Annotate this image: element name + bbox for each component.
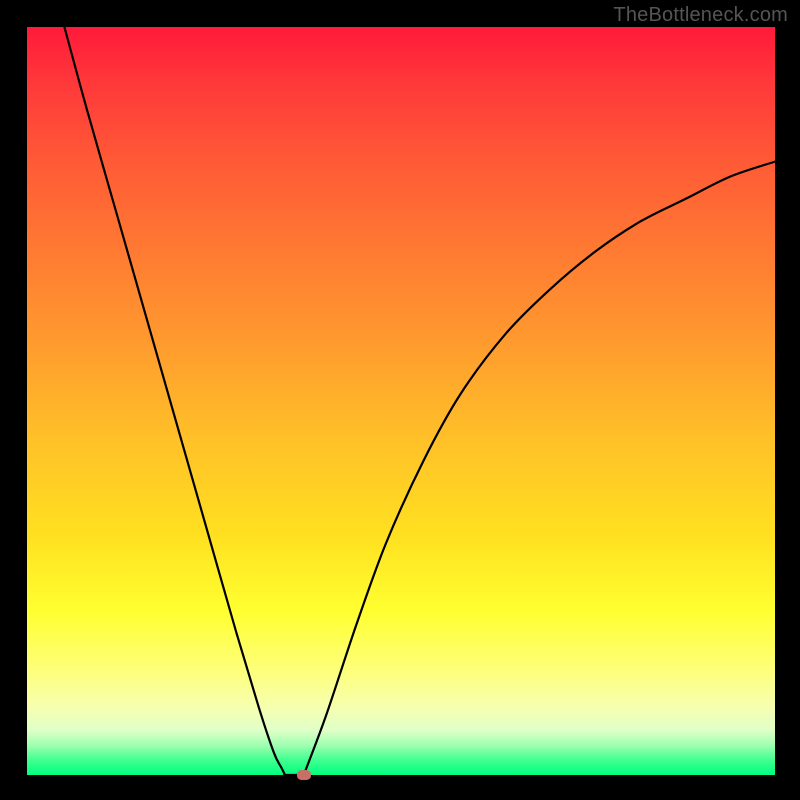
- bottleneck-curve: [27, 27, 775, 775]
- plot-area: [27, 27, 775, 775]
- watermark-text: TheBottleneck.com: [613, 4, 788, 27]
- chart-stage: TheBottleneck.com: [0, 0, 800, 800]
- minimum-marker: [297, 770, 311, 780]
